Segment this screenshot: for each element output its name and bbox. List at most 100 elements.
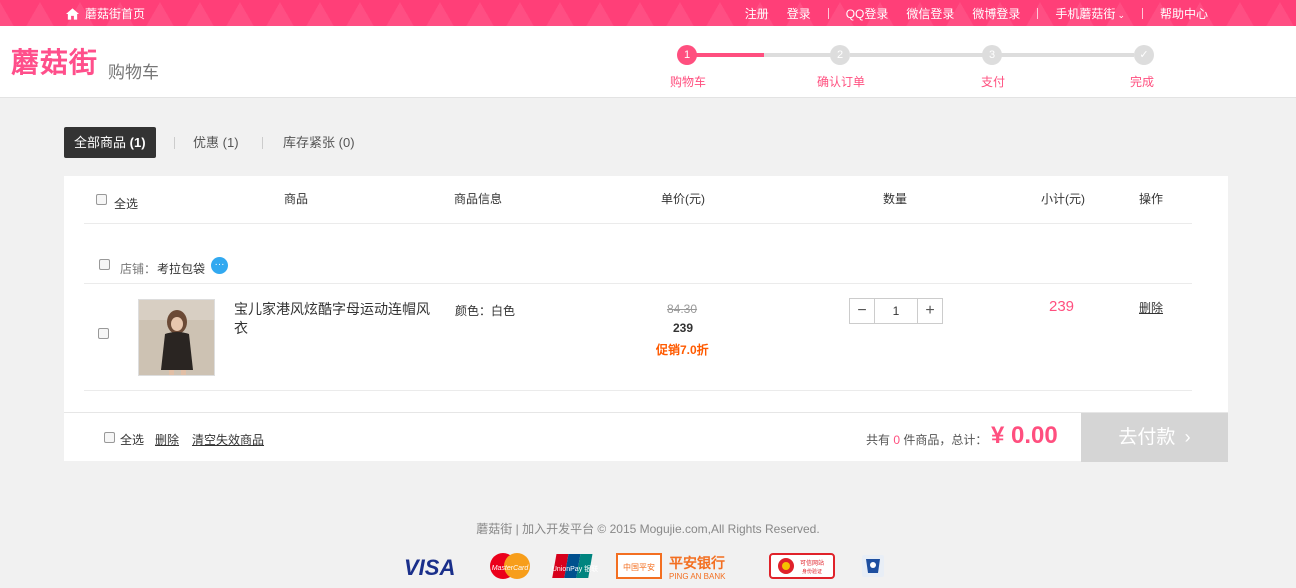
unit-price: 239: [673, 321, 694, 335]
column-header-subtotal: 小计(元): [1041, 192, 1085, 206]
svg-text:中国平安: 中国平安: [623, 562, 655, 572]
delete-item-link[interactable]: 删除: [1139, 299, 1163, 316]
chevron-down-icon: ⌄: [1117, 9, 1125, 20]
home-icon: [66, 7, 79, 20]
column-header-product: 商品: [284, 192, 309, 206]
svg-text:PING AN BANK: PING AN BANK: [669, 572, 726, 581]
step-3-dot: 3: [982, 45, 1002, 65]
wechat-login-link[interactable]: 微信登录: [906, 5, 954, 22]
divider: [1037, 7, 1039, 19]
tab-all-label: 全部商品: [74, 135, 127, 150]
count-suffix: 件商品，总计：: [903, 433, 988, 447]
tab-all-count: (1): [129, 135, 146, 150]
top-bar: 蘑菇街首页 注册 登录 QQ登录 微信登录 微博登录 手机蘑菇街 ⌄ 帮助中心: [0, 0, 1296, 26]
top-links: 注册 登录 QQ登录 微信登录 微博登录 手机蘑菇街 ⌄ 帮助中心: [736, 0, 1296, 26]
step-4-label: 完成: [1129, 75, 1154, 89]
chevron-right-icon: ›: [1184, 427, 1191, 447]
svg-text:平安银行: 平安银行: [669, 555, 725, 572]
product-title-link[interactable]: 宝儿家港风炫酷字母运动连帽风衣: [234, 300, 434, 338]
step-2-dot: 2: [830, 45, 850, 65]
tab-low-stock[interactable]: 库存紧张 (0): [283, 127, 355, 158]
divider: [84, 390, 1192, 391]
weibo-login-link[interactable]: 微博登录: [972, 5, 1020, 22]
step-2-label: 确认订单: [816, 75, 865, 89]
item-checkbox[interactable]: [98, 328, 109, 339]
select-all-label: 全选: [114, 197, 139, 211]
copyright-text: 蘑菇街 | 加入开发平台 © 2015 Mogujie.com,All Righ…: [476, 522, 820, 536]
product-photo-image: [139, 300, 214, 375]
column-header-info: 商品信息: [454, 192, 503, 206]
svg-text:可信网站: 可信网站: [800, 559, 824, 567]
payment-logos: VISA MasterCard UnionPay 银联 中国平安 平安银行 PI…: [0, 551, 1296, 581]
mastercard-logo: MasterCard: [490, 553, 530, 579]
divider: [1141, 7, 1143, 19]
shop-name-link[interactable]: 考拉包袋: [157, 260, 205, 277]
total-amount: ¥ 0.00: [991, 422, 1058, 449]
pingan-logo: 中国平安 平安银行 PING AN BANK: [616, 553, 726, 581]
shop-prefix: 店铺：: [120, 262, 157, 276]
increment-button[interactable]: +: [918, 299, 942, 323]
step-3-label: 支付: [980, 75, 1005, 89]
decrement-button[interactable]: −: [850, 299, 874, 323]
select-all-bottom-checkbox[interactable]: [104, 432, 115, 443]
promo-badge: 促销7.0折: [656, 343, 709, 357]
column-header-action: 操作: [1139, 192, 1164, 206]
checkout-button-label: 去付款: [1118, 427, 1176, 448]
original-price: 84.30: [667, 302, 698, 316]
register-link[interactable]: 注册: [745, 5, 769, 22]
chat-icon[interactable]: ···: [211, 257, 228, 274]
delete-selected-link[interactable]: 删除: [155, 431, 179, 448]
progress-line: [1000, 53, 1134, 57]
tab-stock-count: (0): [338, 135, 355, 150]
svg-text:MasterCard: MasterCard: [492, 565, 530, 572]
cart-panel: 全选 商品 商品信息 单价(元) 数量 小计(元) 操作 店铺： 考拉包袋 ··…: [64, 176, 1228, 462]
product-attribute: 颜色：白色: [455, 304, 516, 318]
page-title: 购物车: [108, 63, 159, 82]
product-thumbnail[interactable]: [138, 299, 215, 376]
divider: [827, 7, 829, 19]
unionpay-logo: UnionPay 银联: [552, 554, 598, 578]
select-all-bottom-label: 全选: [120, 433, 145, 447]
tab-all-products[interactable]: 全部商品 (1): [64, 127, 156, 158]
quantity-stepper: − 1 +: [849, 298, 943, 324]
divider: [84, 283, 1192, 284]
tab-divider: [262, 137, 263, 149]
svg-text:身份验证: 身份验证: [802, 568, 822, 575]
quantity-input[interactable]: 1: [874, 299, 918, 323]
progress-line: [764, 53, 834, 57]
tab-divider: [174, 137, 175, 149]
tab-discount[interactable]: 优惠 (1): [193, 127, 239, 158]
progress-line-done: [696, 53, 764, 57]
divider: [84, 223, 1192, 224]
clear-invalid-link[interactable]: 清空失效商品: [192, 431, 264, 448]
column-header-quantity: 数量: [883, 192, 908, 206]
qq-login-link[interactable]: QQ登录: [846, 5, 889, 22]
header: 蘑菇街 购物车 1 2 3 ✓ 购物车 确认订单 支付 完成: [0, 26, 1296, 98]
svg-text:UnionPay 银联: UnionPay 银联: [552, 564, 598, 573]
mobile-app-link[interactable]: 手机蘑菇街 ⌄: [1055, 5, 1125, 22]
visa-logo: VISA: [404, 555, 455, 580]
step-1-dot: 1: [677, 45, 697, 65]
home-link-label: 蘑菇街首页: [85, 7, 146, 21]
step-1-label: 购物车: [669, 75, 706, 89]
select-all-checkbox[interactable]: [96, 194, 107, 205]
item-subtotal: 239: [1049, 298, 1075, 315]
payment-logos-svg: VISA MasterCard UnionPay 银联 中国平安 平安银行 PI…: [404, 553, 884, 581]
progress-line: [850, 53, 984, 57]
trusted-site-logo: 可信网站 身份验证: [769, 553, 835, 579]
checkout-button[interactable]: 去付款 ›: [1081, 413, 1228, 462]
shop-checkbox[interactable]: [99, 259, 110, 270]
mobile-app-label: 手机蘑菇街: [1055, 6, 1116, 21]
cart-summary-bar: 全选 删除 清空失效商品 共有 0 件商品，总计： ¥ 0.00 去付款 ›: [64, 412, 1228, 462]
police-badge-icon: [862, 555, 884, 577]
item-count-text: 共有 0 件商品，总计：: [866, 431, 987, 448]
home-link[interactable]: 蘑菇街首页: [66, 5, 145, 22]
login-link[interactable]: 登录: [787, 5, 811, 22]
count-prefix: 共有: [866, 433, 891, 447]
tab-discount-label: 优惠: [193, 135, 220, 150]
site-logo[interactable]: 蘑菇街: [11, 41, 98, 81]
tab-discount-count: (1): [222, 135, 239, 150]
help-center-link[interactable]: 帮助中心: [1160, 5, 1208, 22]
tab-stock-label: 库存紧张: [283, 135, 336, 150]
step-complete-check-icon: ✓: [1134, 45, 1154, 65]
